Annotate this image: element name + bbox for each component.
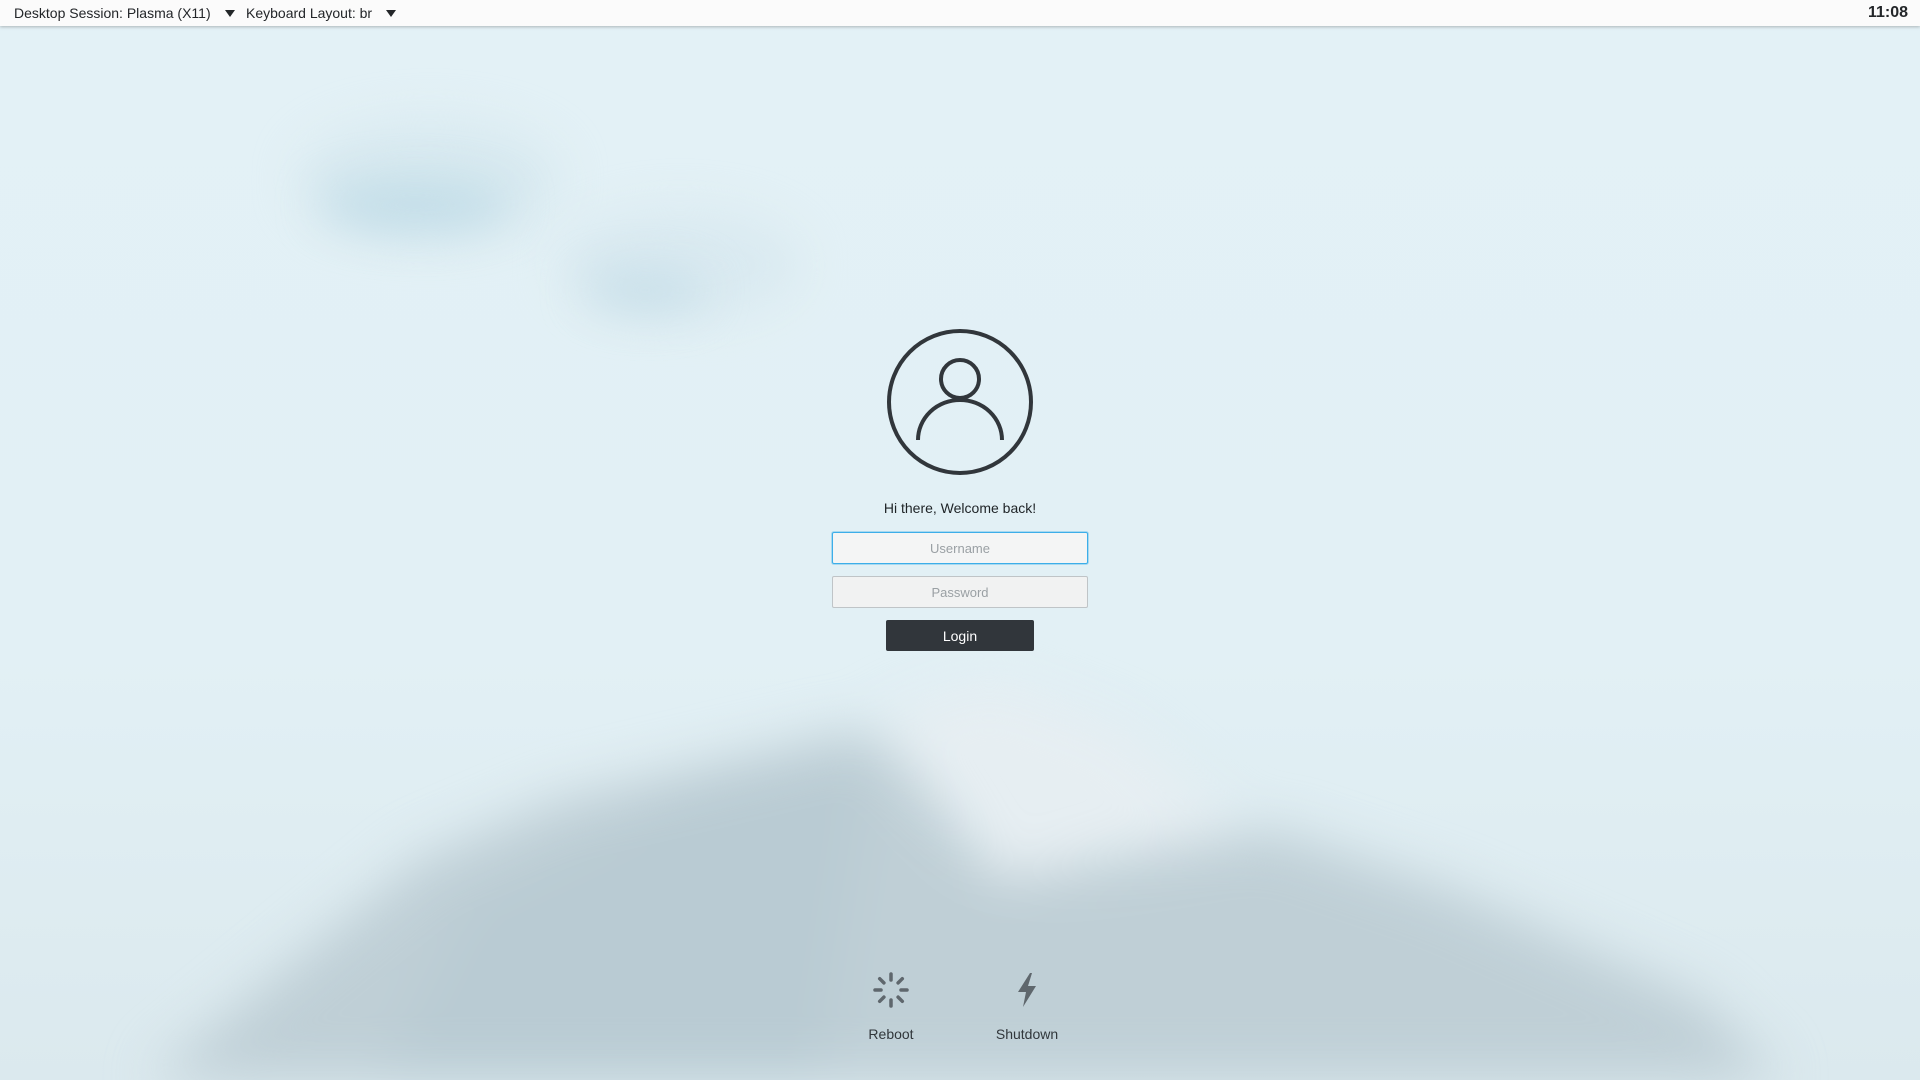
reboot-label: Reboot xyxy=(868,1026,914,1042)
caret-down-icon xyxy=(224,9,235,17)
login-button[interactable]: Login xyxy=(886,620,1034,651)
user-avatar-icon xyxy=(887,329,1033,475)
username-input[interactable] xyxy=(832,532,1088,564)
keyboard-layout-label: Keyboard Layout: br xyxy=(246,5,373,21)
desktop-session-label: Desktop Session: Plasma (X11) xyxy=(14,5,211,21)
caret-down-icon xyxy=(386,9,397,17)
greeting-text: Hi there, Welcome back! xyxy=(883,500,1037,516)
top-bar: Desktop Session: Plasma (X11) Keyboard L… xyxy=(0,0,1920,26)
reboot-icon xyxy=(873,972,909,1008)
password-input[interactable] xyxy=(832,576,1088,608)
shutdown-button[interactable]: Shutdown xyxy=(967,970,1087,1042)
lightning-bolt-icon xyxy=(1018,973,1036,1007)
keyboard-layout-dropdown[interactable]: Keyboard Layout: br xyxy=(246,0,397,26)
reboot-button[interactable]: Reboot xyxy=(831,970,951,1042)
clock: 11:08 xyxy=(1867,4,1908,21)
desktop-session-dropdown[interactable]: Desktop Session: Plasma (X11) xyxy=(14,0,235,26)
shutdown-label: Shutdown xyxy=(995,1026,1059,1042)
